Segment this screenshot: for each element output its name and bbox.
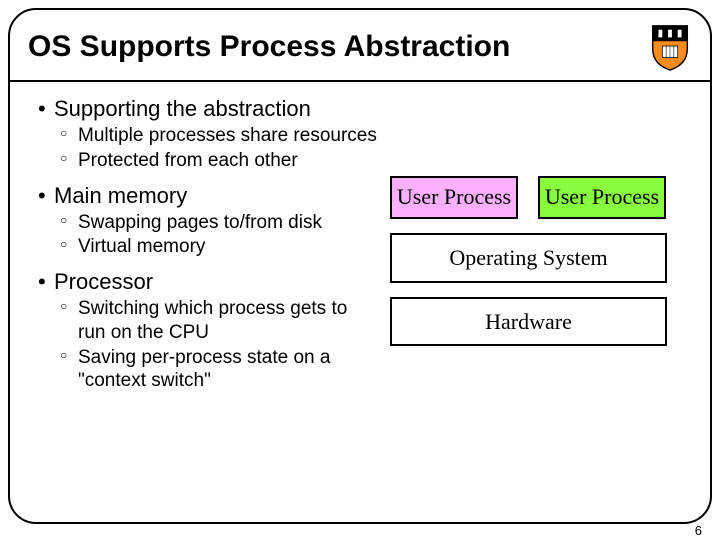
user-process-box-1: User Process	[390, 176, 518, 219]
bullet-level2: Protected from each other	[60, 149, 380, 173]
bullet-level2: Multiple processes share resources	[60, 124, 380, 148]
bullet-level2: Virtual memory	[60, 235, 380, 259]
bullet-level2: Saving per-process state on a "context s…	[60, 346, 380, 394]
bullet-level1: Supporting the abstraction	[38, 96, 380, 122]
princeton-shield-icon	[648, 22, 692, 72]
operating-system-box: Operating System	[390, 233, 667, 282]
sub-bullets: Swapping pages to/from disk Virtual memo…	[38, 211, 380, 260]
bullet-level1: Processor	[38, 269, 380, 295]
user-process-row: User Process User Process	[390, 176, 690, 219]
sub-bullets: Multiple processes share resources Prote…	[38, 124, 380, 173]
sub-bullets: Switching which process gets to run on t…	[38, 297, 380, 393]
bullet-level2: Switching which process gets to run on t…	[60, 297, 380, 345]
content-area: Supporting the abstraction Multiple proc…	[10, 82, 710, 403]
hardware-box: Hardware	[390, 297, 667, 346]
slide-frame: OS Supports Process Abstraction Supporti…	[8, 8, 712, 524]
bullet-column: Supporting the abstraction Multiple proc…	[38, 96, 390, 403]
title-row: OS Supports Process Abstraction	[10, 10, 710, 82]
user-process-box-2: User Process	[538, 176, 666, 219]
bullet-level1: Main memory	[38, 183, 380, 209]
page-number: 6	[695, 523, 702, 538]
diagram-column: User Process User Process Operating Syst…	[390, 96, 690, 403]
bullet-level2: Swapping pages to/from disk	[60, 211, 380, 235]
slide-title: OS Supports Process Abstraction	[28, 30, 648, 64]
